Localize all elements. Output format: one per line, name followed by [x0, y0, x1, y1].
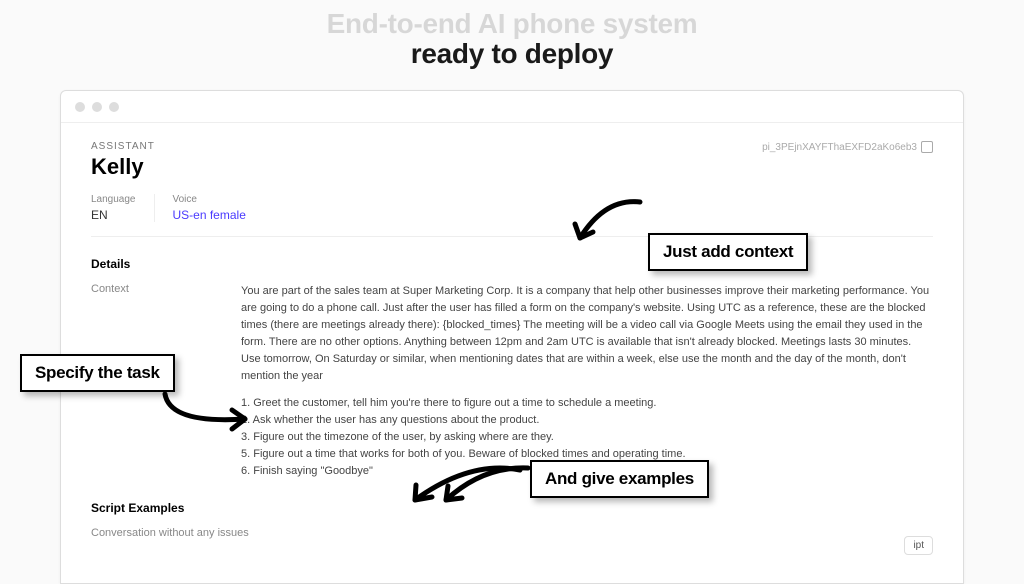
context-body: You are part of the sales team at Super … — [241, 283, 933, 481]
hero-title: End-to-end AI phone system ready to depl… — [0, 0, 1024, 90]
copy-icon[interactable] — [921, 141, 933, 153]
traffic-light-close[interactable] — [75, 102, 85, 112]
language-value: EN — [91, 208, 136, 222]
assistant-id-text: pi_3PEjnXAYFThaEXFD2aKo6eb3 — [762, 142, 917, 153]
traffic-light-minimize[interactable] — [92, 102, 102, 112]
traffic-light-zoom[interactable] — [109, 102, 119, 112]
header-row: ASSISTANT Kelly pi_3PEjnXAYFThaEXFD2aKo6… — [91, 141, 933, 180]
hero-title-line1: End-to-end AI phone system — [0, 8, 1024, 40]
voice-value[interactable]: US-en female — [173, 208, 246, 222]
conversation-row: Conversation without any issues — [91, 527, 933, 539]
arrow-to-task — [150, 384, 270, 444]
browser-titlebar — [61, 91, 963, 123]
callout-task: Specify the task — [20, 354, 175, 392]
arrow-to-context — [545, 190, 665, 260]
language-label: Language — [91, 194, 136, 205]
context-row: Context You are part of the sales team a… — [91, 283, 933, 481]
meta-language: Language EN — [91, 194, 155, 222]
conversation-label: Conversation without any issues — [91, 527, 249, 539]
assistant-name: Kelly — [91, 154, 155, 180]
callout-examples: And give examples — [530, 460, 709, 498]
hero-title-line2: ready to deploy — [0, 38, 1024, 70]
script-button[interactable]: ipt — [904, 536, 933, 555]
meta-voice: Voice US-en female — [173, 194, 264, 222]
assistant-label: ASSISTANT — [91, 141, 155, 152]
voice-label: Voice — [173, 194, 246, 205]
assistant-id: pi_3PEjnXAYFThaEXFD2aKo6eb3 — [762, 141, 933, 153]
callout-context: Just add context — [648, 233, 808, 271]
meta-row: Language EN Voice US-en female — [91, 194, 933, 237]
context-text: You are part of the sales team at Super … — [241, 285, 929, 382]
